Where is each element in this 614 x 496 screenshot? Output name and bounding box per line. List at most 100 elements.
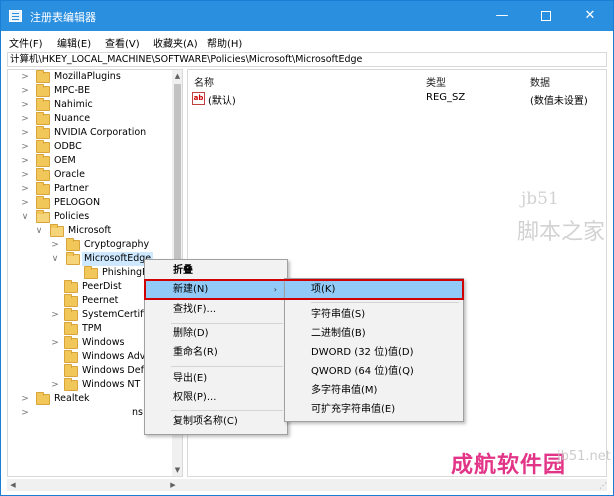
expand-chevron-icon[interactable]: > [50,378,60,392]
value-type: REG_SZ [426,92,466,103]
horizontal-scrollbar[interactable]: ◀ ▶ [7,479,607,491]
menu-item-export[interactable]: 导出(E) [145,370,287,388]
registry-editor-window: 注册表编辑器 — ✕ 文件(F) 编辑(E) 查看(V) 收藏夹(A) 帮助(H… [0,0,614,496]
folder-icon [64,280,78,293]
collapse-chevron-icon[interactable]: ∨ [20,210,30,224]
maximize-icon [541,10,551,21]
expand-chevron-icon[interactable]: > [20,392,30,406]
expand-chevron-icon[interactable]: > [20,70,30,84]
folder-icon [64,308,78,321]
tree-item-label: NVIDIA Corporation [54,127,147,138]
expand-chevron-icon[interactable]: > [50,336,60,350]
tree-item-label: OEM [54,155,76,166]
folder-open-icon [50,224,64,237]
submenu-item-expandable-string-value[interactable]: 可扩充字符串值(E) [285,401,463,419]
expand-chevron-icon[interactable]: > [20,84,30,98]
value-data: (数值未设置) [530,96,588,107]
tree-item-label: Windows Defe [82,365,150,376]
watermark-brand-a: jb51 [521,189,559,209]
column-header-data[interactable]: 数据 [530,74,550,89]
folder-icon [36,98,50,111]
tree-item-label: PhishingF [102,267,148,278]
folder-icon [64,322,78,335]
tree-item-label: Partner [54,183,89,194]
minimize-button[interactable]: — [481,1,523,31]
folder-icon [36,140,50,153]
expand-chevron-icon[interactable]: > [20,140,30,154]
column-header-type[interactable]: 类型 [426,74,446,89]
menu-item-rename[interactable]: 重命名(R) [145,344,287,362]
menu-separator [171,323,283,324]
folder-icon [36,112,50,125]
tree-item-label: Peernet [82,295,119,306]
expand-chevron-icon[interactable]: > [20,196,30,210]
scroll-left-arrow-icon[interactable]: ◀ [7,479,19,491]
title-bar[interactable]: 注册表编辑器 — ✕ [1,1,613,31]
submenu-item-qword-value[interactable]: QWORD (64 位)值(Q) [285,363,463,381]
expand-chevron-icon[interactable]: > [20,126,30,140]
expand-chevron-icon[interactable]: > [20,406,30,420]
folder-icon [64,378,78,391]
string-value-icon: ab [192,92,205,105]
column-header-name[interactable]: 名称 [194,74,214,89]
folder-icon [36,70,50,83]
menu-item-collapse[interactable]: 折叠 [145,262,287,280]
tree-item-label: Nuance [54,113,91,124]
collapse-chevron-icon[interactable]: ∨ [50,252,60,266]
value-name[interactable]: (默认) [208,92,236,107]
menu-item-delete[interactable]: 删除(D) [145,325,287,343]
scroll-right-arrow-icon[interactable]: ▶ [167,479,179,491]
folder-open-icon [66,252,80,265]
folder-icon [36,168,50,181]
menu-bar: 文件(F) 编辑(E) 查看(V) 收藏夹(A) 帮助(H) [1,31,613,51]
tree-item-label: Windows Adv [82,351,146,362]
expand-chevron-icon[interactable]: > [50,308,60,322]
maximize-button[interactable] [525,1,567,31]
window-title: 注册表编辑器 [30,11,96,24]
watermark-brand-c: jb51.net [557,449,611,464]
registry-app-icon [9,10,22,22]
menu-item-copy-key-name[interactable]: 复制项名称(C) [145,413,287,431]
resize-grip-icon[interactable]: ⋰ [599,481,607,490]
scroll-down-arrow-icon[interactable]: ▼ [172,464,182,476]
tree-item-label: Cryptography [84,239,150,250]
collapse-chevron-icon[interactable]: ∨ [34,224,44,238]
menu-favorites[interactable]: 收藏夹(A) [153,35,198,50]
folder-icon [36,196,50,209]
menu-file[interactable]: 文件(F) [9,35,43,50]
menu-separator [171,410,283,411]
address-bar[interactable]: 计算机\HKEY_LOCAL_MACHINE\SOFTWARE\Policies… [7,52,607,67]
expand-chevron-icon[interactable]: > [20,168,30,182]
tree-item-label: Windows NT [82,379,141,390]
tree-item-label: Microsoft [68,225,112,236]
close-button[interactable]: ✕ [569,1,611,31]
submenu-item-dword-value[interactable]: DWORD (32 位)值(D) [285,344,463,362]
tree-item-label: MozillaPlugins [54,71,121,82]
menu-help[interactable]: 帮助(H) [207,35,242,50]
folder-icon [64,350,78,363]
menu-edit[interactable]: 编辑(E) [57,35,91,50]
expand-chevron-icon[interactable]: > [50,238,60,252]
scroll-up-arrow-icon[interactable]: ▲ [172,70,182,82]
tree-item-label: PELOGON [54,197,101,208]
folder-icon [36,126,50,139]
menu-item-permissions[interactable]: 权限(P)... [145,389,287,407]
menu-item-find[interactable]: 查找(F)... [145,301,287,319]
menu-separator [311,302,459,303]
expand-chevron-icon[interactable]: > [20,154,30,168]
menu-separator [171,366,283,367]
menu-view[interactable]: 查看(V) [105,35,140,50]
tree-item-label-selected: MicrosoftEdge [82,252,154,266]
expand-chevron-icon[interactable]: > [20,98,30,112]
folder-open-icon [36,210,50,223]
tree-item-label: TPM [82,323,102,334]
submenu-item-multi-string-value[interactable]: 多字符串值(M) [285,382,463,400]
highlight-annotation-box [144,279,464,300]
submenu-item-string-value[interactable]: 字符串值(S) [285,306,463,324]
tree-item-label: MPC-BE [54,85,91,96]
tree-item-label: Nahimic [54,99,93,110]
expand-chevron-icon[interactable]: > [20,112,30,126]
expand-chevron-icon[interactable]: > [20,182,30,196]
submenu-item-binary-value[interactable]: 二进制值(B) [285,325,463,343]
folder-icon [36,154,50,167]
